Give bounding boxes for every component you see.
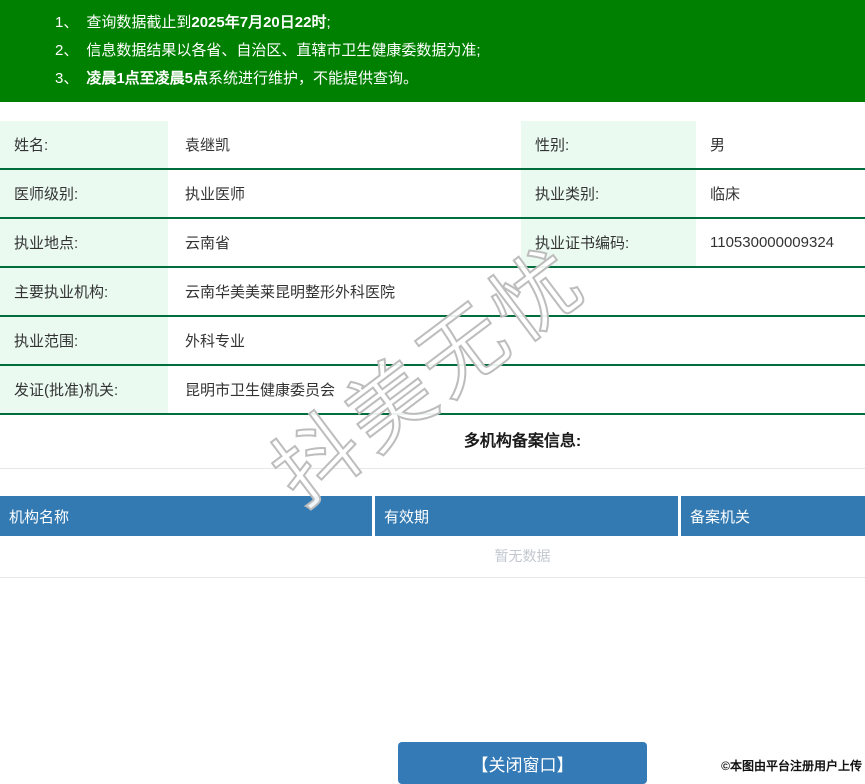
certificate-no-label: 执业证书编码: <box>521 219 696 266</box>
practice-scope-value: 外科专业 <box>185 333 246 350</box>
doctor-info-table: 姓名: 袁继凯 性别: 男 医师级别: 执业医师 执业类别: 临床 执业地点: … <box>0 121 865 415</box>
notice-text: 凌晨1点至凌晨5点系统进行维护，不能提供查询。 <box>86 70 419 87</box>
practice-location-label: 执业地点: <box>0 219 168 266</box>
gender-label: 性别: <box>521 121 696 168</box>
notice-item-3: 3、 凌晨1点至凌晨5点系统进行维护，不能提供查询。 <box>55 65 865 93</box>
issuing-authority-value: 昆明市卫生健康委员会 <box>185 382 336 399</box>
table-row-location-certificate: 执业地点: 云南省 执业证书编码: 110530000009324 <box>0 219 865 268</box>
divider-line <box>0 468 865 469</box>
page-content: 1、 查询数据截止到2025年7月20日22时; 2、 信息数据结果以各省、自治… <box>0 0 865 784</box>
main-institution-value: 云南华美美莱昆明整形外科医院 <box>185 284 396 301</box>
notice-number: 1、 <box>55 14 79 31</box>
name-label: 姓名: <box>0 121 168 168</box>
main-institution-label: 主要执业机构: <box>0 268 168 315</box>
practice-category-value: 临床 <box>710 186 741 203</box>
notice-number: 3、 <box>55 70 79 87</box>
name-value: 袁继凯 <box>185 137 231 154</box>
notice-banner: 1、 查询数据截止到2025年7月20日22时; 2、 信息数据结果以各省、自治… <box>0 0 865 102</box>
notice-number: 2、 <box>55 42 79 59</box>
doctor-level-label: 医师级别: <box>0 170 168 217</box>
notice-text: 信息数据结果以各省、自治区、直辖市卫生健康委数据为准; <box>86 42 481 59</box>
gender-value: 男 <box>710 137 726 154</box>
upload-credit-text: ©本图由平台注册用户上传 <box>721 759 862 773</box>
practice-location-value: 云南省 <box>185 235 231 252</box>
notice-item-2: 2、 信息数据结果以各省、自治区、直辖市卫生健康委数据为准; <box>55 37 865 65</box>
certificate-no-value: 110530000009324 <box>710 234 835 251</box>
notice-item-1: 1、 查询数据截止到2025年7月20日22时; <box>55 9 865 37</box>
multi-institution-section-title: 多机构备案信息: <box>463 433 582 450</box>
notice-text: 查询数据截止到2025年7月20日22时; <box>86 14 331 31</box>
column-header-validity-period: 有效期 <box>375 496 678 536</box>
close-window-button[interactable]: 【关闭窗口】 <box>398 742 647 784</box>
practice-scope-label: 执业范围: <box>0 317 168 364</box>
practice-category-label: 执业类别: <box>521 170 696 217</box>
empty-data-placeholder: 暂无数据 <box>0 536 865 578</box>
doctor-level-value: 执业医师 <box>185 186 246 203</box>
table-row-name-gender: 姓名: 袁继凯 性别: 男 <box>0 121 865 170</box>
column-header-record-authority: 备案机关 <box>681 496 865 536</box>
column-header-institution-name: 机构名称 <box>0 496 372 536</box>
table-row-issuing-authority: 发证(批准)机关: 昆明市卫生健康委员会 <box>0 366 865 415</box>
table-row-practice-scope: 执业范围: 外科专业 <box>0 317 865 366</box>
record-table-header: 机构名称 有效期 备案机关 <box>0 496 865 536</box>
table-row-level-category: 医师级别: 执业医师 执业类别: 临床 <box>0 170 865 219</box>
issuing-authority-label: 发证(批准)机关: <box>0 366 168 413</box>
table-row-main-institution: 主要执业机构: 云南华美美莱昆明整形外科医院 <box>0 268 865 317</box>
